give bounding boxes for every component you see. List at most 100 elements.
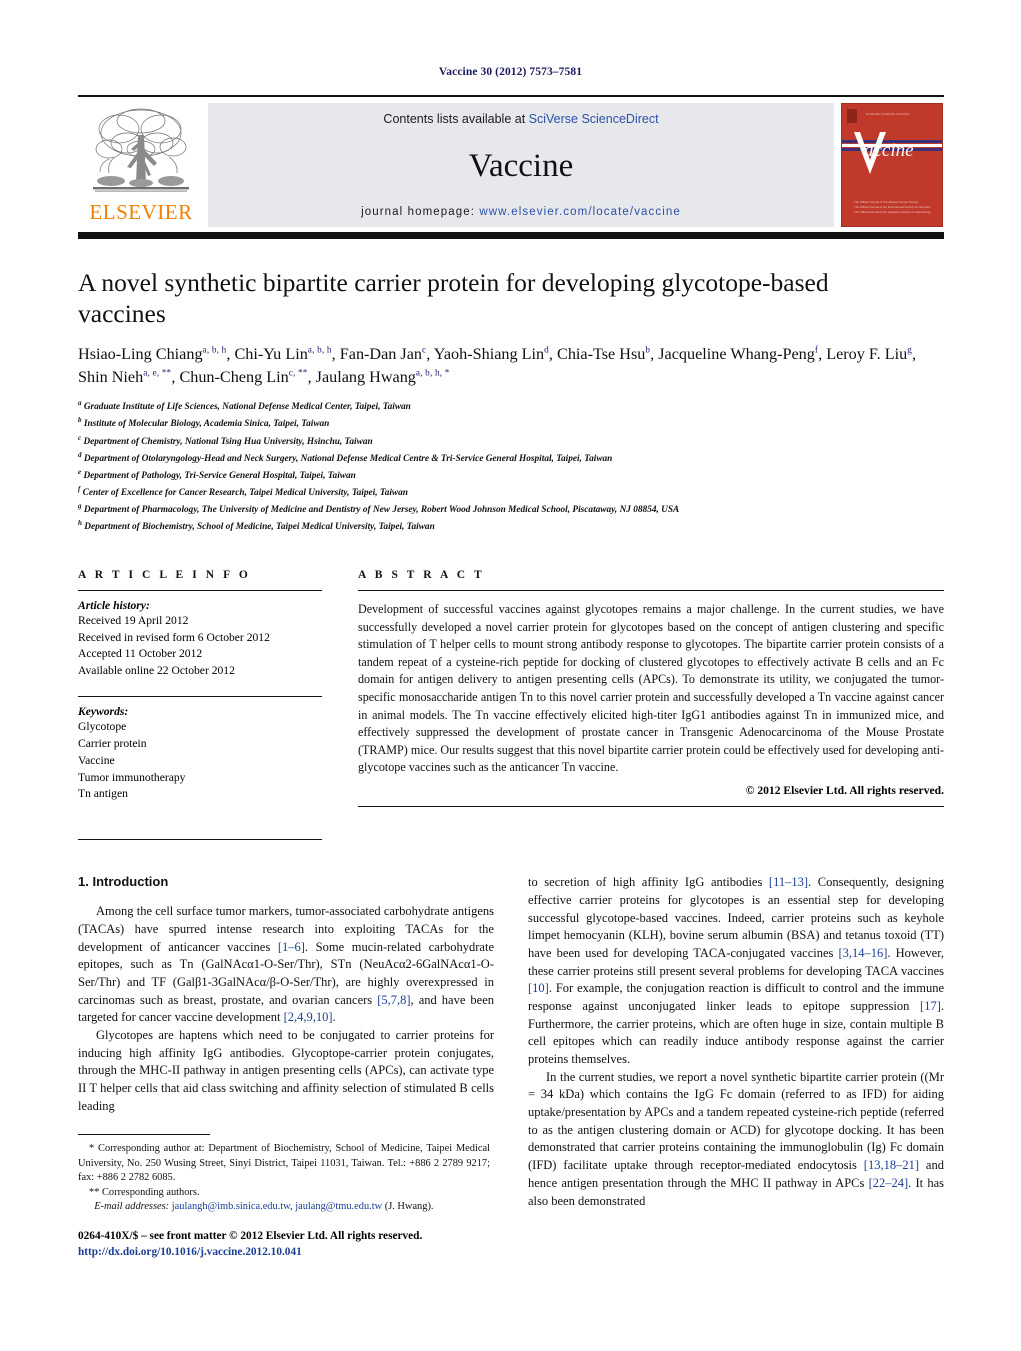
abstract-heading: A B S T R A C T (358, 569, 485, 582)
affiliation-item: g Department of Pharmacology, The Univer… (78, 501, 944, 518)
affiliation-item: b Institute of Molecular Biology, Academ… (78, 415, 944, 432)
affiliation-mark: b (78, 416, 82, 425)
abstract-bottom-rule (358, 805, 944, 807)
citation-ref[interactable]: [1–6] (278, 940, 305, 954)
author-name: Chun-Cheng Lin (179, 368, 289, 387)
corresponding-author-note-1: * Corresponding author at: Department of… (78, 1143, 490, 1184)
article-info-heading: A R T I C L E I N F O (78, 569, 251, 582)
intro-paragraph-2: Glycotopes are haptens which need to be … (78, 1027, 494, 1113)
author-name: Chi-Yu Lin (234, 345, 308, 364)
running-head: Vaccine 30 (2012) 7573–7581 (438, 66, 583, 78)
affiliation-text: Center of Excellence for Cancer Research… (82, 488, 408, 499)
affiliation-text: Department of Pharmacology, The Universi… (83, 505, 680, 516)
affiliation-text: Department of Otolaryngology-Head and Ne… (83, 453, 613, 464)
svg-text:The Official Journal of the In: The Official Journal of the Internationa… (854, 205, 931, 209)
author-item[interactable]: Shin Nieha, e, ** (78, 368, 171, 386)
article-history-item: Available online 22 October 2012 (78, 663, 235, 677)
article-history-item: Received in revised form 6 October 2012 (78, 630, 270, 644)
author-name: Leroy F. Liu (826, 345, 908, 364)
text-run: to secretion of high affinity IgG antibo… (528, 875, 769, 890)
section-heading-introduction: 1. Introduction (78, 874, 169, 890)
intro-paragraph-3: to secretion of high affinity IgG antibo… (528, 874, 944, 1069)
keyword-item: Carrier protein (78, 736, 147, 750)
author-list: Hsiao-Ling Chianga, b, h, Chi-Yu Lina, b… (78, 344, 917, 387)
citation-ref[interactable]: [22–24] (869, 1176, 909, 1190)
affiliation-item: d Department of Otolaryngology-Head and … (78, 450, 944, 467)
abstract-column: A B S T R A C T Development of successfu… (340, 569, 944, 848)
title-and-authors: A novel synthetic bipartite carrier prot… (78, 267, 944, 535)
article-info-column: A R T I C L E I N F O Article history: R… (78, 569, 340, 848)
author-affil-marks: c (422, 344, 427, 355)
keyword-item: Vaccine (78, 753, 115, 767)
author-item[interactable]: Jaulang Hwanga, b, h, * (316, 368, 450, 386)
svg-text:The Official Journal of The Ed: The Official Journal of The Edward Jenne… (854, 200, 919, 204)
doi-link[interactable]: http://dx.doi.org/10.1016/j.vaccine.2012… (78, 1244, 508, 1260)
affiliation-list: a Graduate Institute of Life Sciences, N… (78, 398, 944, 535)
citation-ref[interactable]: [3,14–16] (838, 946, 887, 960)
article-info-rule (78, 590, 322, 592)
author-item[interactable]: Hsiao-Ling Chianga, b, h (78, 345, 226, 363)
masthead-bottom-rule (78, 232, 944, 239)
author-affil-marks: a, b, h (202, 344, 227, 355)
abstract-copyright: © 2012 Elsevier Ltd. All rights reserved… (745, 783, 944, 797)
affiliation-text: Department of Biochemistry, School of Me… (84, 522, 435, 533)
journal-homepage-link[interactable]: www.elsevier.com/locate/vaccine (479, 206, 681, 218)
homepage-prefix: journal homepage: (361, 206, 480, 218)
affiliation-mark: d (78, 450, 82, 459)
text-run: In the current studies, we report a nove… (528, 1069, 944, 1173)
intro-paragraph-1: Among the cell surface tumor markers, tu… (78, 903, 494, 1027)
footnote-block: * Corresponding author at: Department of… (78, 1134, 490, 1215)
elsevier-logo: ELSEVIER (78, 103, 204, 227)
article-history-item: Accepted 11 October 2012 (78, 647, 203, 661)
author-item[interactable]: Fan-Dan Janc (340, 345, 427, 363)
citation-ref[interactable]: [5,7,8] (377, 993, 410, 1007)
affiliation-mark: g (78, 502, 82, 511)
author-item[interactable]: Chi-Yu Lina, b, h (235, 345, 332, 363)
elsevier-tree-icon (93, 108, 189, 192)
abstract-text: Development of successful vaccines again… (358, 602, 944, 775)
journal-homepage-line: journal homepage: www.elsevier.com/locat… (361, 206, 681, 218)
keyword-item: Tn antigen (78, 787, 128, 801)
keywords-label: Keywords: (78, 705, 129, 719)
affiliation-text: Department of Pathology, Tri-Service Gen… (83, 470, 356, 481)
svg-text:ELSEVIER SCIENCE JOURNAL: ELSEVIER SCIENCE JOURNAL (866, 112, 910, 116)
keyword-item: Tumor immunotherapy (78, 770, 186, 784)
email-link[interactable]: jaulang@tmu.edu.tw (295, 1201, 382, 1212)
author-item[interactable]: Yaoh-Shiang Lind (434, 345, 549, 363)
contents-available-line: Contents lists available at SciVerse Sci… (383, 112, 658, 126)
elsevier-wordmark: ELSEVIER (89, 200, 193, 224)
citation-ref[interactable]: [10] (528, 981, 549, 995)
citation-ref[interactable]: [17] (920, 999, 941, 1013)
journal-cover-thumbnail: ELSEVIER SCIENCE JOURNAL accine The Offi… (841, 103, 943, 227)
author-item[interactable]: Leroy F. Liug (826, 345, 912, 363)
citation-ref[interactable]: [2,4,9,10] (284, 1010, 333, 1024)
intro-paragraph-4: In the current studies, we report a nove… (528, 1069, 944, 1211)
email-link[interactable]: jaulangh@imb.sinica.edu.tw (172, 1201, 290, 1212)
author-affil-marks: c, ** (288, 367, 308, 378)
author-name: Fan-Dan Jan (339, 345, 423, 364)
citation-ref[interactable]: [13,18–21] (864, 1158, 919, 1172)
journal-banner: Contents lists available at SciVerse Sci… (208, 103, 834, 227)
author-item[interactable]: Chun-Cheng Linc, ** (179, 368, 307, 386)
email-attribution: (J. Hwang). (384, 1201, 434, 1213)
journal-title: Vaccine (468, 147, 574, 184)
journal-cover-cell: ELSEVIER SCIENCE JOURNAL accine The Offi… (840, 103, 944, 227)
body-column-right: to secretion of high affinity IgG antibo… (528, 874, 944, 1210)
citation-ref[interactable]: [11–13] (769, 875, 808, 889)
contents-prefix: Contents lists available at (383, 112, 529, 126)
author-name: Jaulang Hwang (315, 368, 416, 387)
email-label: E-mail addresses: (94, 1201, 170, 1213)
footer-block: 0264-410X/$ – see front matter © 2012 El… (78, 1228, 508, 1261)
affiliation-text: Graduate Institute of Life Sciences, Nat… (83, 402, 411, 413)
abstract-rule (358, 590, 944, 592)
corresponding-author-note-2: ** Corresponding authors. (89, 1186, 200, 1198)
sciencedirect-link[interactable]: SciVerse ScienceDirect (529, 112, 659, 126)
author-item[interactable]: Jacqueline Whang-Pengf (658, 345, 818, 363)
affiliation-item: f Center of Excellence for Cancer Resear… (78, 484, 944, 501)
author-affil-marks: b (645, 344, 651, 355)
affiliation-mark: c (78, 433, 82, 442)
author-affil-marks: a, b, h (307, 344, 332, 355)
affiliation-mark: a (78, 399, 82, 408)
author-item[interactable]: Chia-Tse Hsub (557, 345, 650, 363)
